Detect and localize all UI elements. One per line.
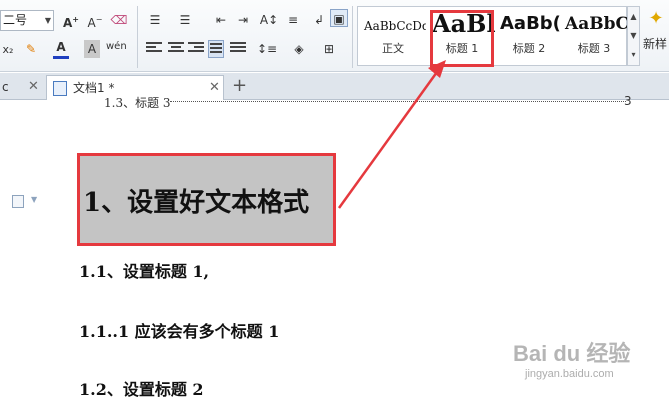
paragraph-mark-icon[interactable]: ▣ (330, 9, 348, 27)
tab-previous-doc[interactable]: c ✕ (0, 75, 44, 100)
shading-icon[interactable]: ◈ (288, 40, 310, 58)
close-icon[interactable]: ✕ (28, 75, 39, 99)
expand-gallery-icon[interactable]: ▾ (628, 45, 639, 64)
toc-entry: 1.3、标题 3 (104, 96, 171, 110)
document-tabbar: c ✕ 文档1 * ✕ (0, 73, 669, 100)
new-style-button[interactable]: ✦ 新样 (643, 8, 669, 52)
ribbon-toolbar: 二号 ▼ A+ A− ⌫ x₂ ✎ A A wén ☰ ☰ ⇤ ⇥ A↕ ≡ ↲… (0, 0, 669, 72)
highlight-icon[interactable]: ✎ (22, 40, 40, 58)
show-marks-icon[interactable]: ↲ (310, 11, 328, 29)
bullet-list-icon[interactable]: ☰ (146, 11, 164, 29)
divider (137, 6, 138, 68)
style-preview: AaBb( (500, 13, 561, 34)
font-color-button[interactable]: A (52, 38, 70, 59)
tab-label: c (2, 80, 9, 94)
decrease-indent-icon[interactable]: ⇤ (212, 11, 230, 29)
line-spacing-icon[interactable]: ↕≡ (256, 40, 278, 58)
chevron-down-icon[interactable]: ▼ (45, 11, 51, 30)
text-direction-icon[interactable]: A↕ (258, 11, 280, 29)
close-icon[interactable]: ✕ (209, 76, 220, 100)
scroll-up-icon[interactable]: ▲ (628, 7, 639, 26)
font-color-bar (53, 56, 69, 59)
heading-1-2[interactable]: 1.2、设置标题 2 (79, 376, 204, 400)
numbered-list-icon[interactable]: ☰ (176, 11, 194, 29)
align-left-icon[interactable] (146, 42, 162, 56)
toc-page-number: 3 (624, 94, 632, 108)
heading1-highlight-box (430, 10, 494, 67)
char-shading-icon[interactable]: A (84, 40, 100, 58)
align-center-icon[interactable] (168, 42, 184, 56)
style-preview: AaBbC (565, 14, 627, 34)
borders-icon[interactable]: ⊞ (318, 40, 340, 58)
style-normal[interactable]: AaBbCcDd 正文 (360, 7, 426, 65)
document-icon (53, 81, 67, 96)
gallery-scroll[interactable]: ▲ ▼ ▾ (627, 6, 640, 66)
style-caption: 标题 2 (512, 42, 546, 55)
grow-font-icon[interactable]: A+ (62, 11, 80, 30)
shrink-font-icon[interactable]: A− (86, 11, 104, 30)
add-tab-icon[interactable]: + (232, 75, 247, 96)
align-right-icon[interactable] (188, 42, 204, 56)
clear-format-icon[interactable]: ⌫ (110, 11, 128, 29)
selected-heading-box: 1、设置好文本格式 (77, 153, 336, 246)
new-style-label: 新样 (643, 37, 668, 51)
chevron-down-icon[interactable]: ▼ (31, 195, 37, 204)
style-heading-3[interactable]: AaBbC 标题 3 (561, 7, 627, 65)
phonetic-guide-icon[interactable]: wén (106, 38, 127, 56)
font-size-value: 二号 (3, 13, 28, 27)
heading-1-text[interactable]: 1、设置好文本格式 (83, 182, 309, 219)
distribute-icon[interactable] (230, 42, 246, 56)
scroll-down-icon[interactable]: ▼ (628, 26, 639, 45)
toc-leader-dots (170, 101, 626, 102)
watermark-logo: Bai du 经验 (513, 341, 631, 366)
tab-label: 文档1 * (73, 81, 115, 95)
heading-1-1-1[interactable]: 1.1..1 应该会有多个标题 1 (79, 318, 279, 342)
style-heading-2[interactable]: AaBb( 标题 2 (496, 7, 562, 65)
paragraph-layout-icon[interactable] (12, 195, 24, 208)
wps-writer-window: 二号 ▼ A+ A− ⌫ x₂ ✎ A A wén ☰ ☰ ⇤ ⇥ A↕ ≡ ↲… (0, 0, 669, 407)
style-caption: 正文 (382, 42, 404, 55)
font-size-select[interactable]: 二号 ▼ (0, 10, 54, 31)
watermark-url: jingyan.baidu.com (525, 368, 614, 380)
justify-icon[interactable] (208, 40, 224, 58)
style-caption: 标题 3 (577, 42, 611, 55)
subscript-icon[interactable]: x₂ (0, 41, 16, 59)
increase-indent-icon[interactable]: ⇥ (234, 11, 252, 29)
new-style-icon: ✦ (648, 8, 664, 29)
style-preview: AaBbCcDd (364, 19, 426, 33)
heading-1-1[interactable]: 1.1、设置标题 1, (79, 258, 209, 282)
divider (352, 6, 353, 68)
sort-icon[interactable]: ≡ (284, 11, 302, 29)
